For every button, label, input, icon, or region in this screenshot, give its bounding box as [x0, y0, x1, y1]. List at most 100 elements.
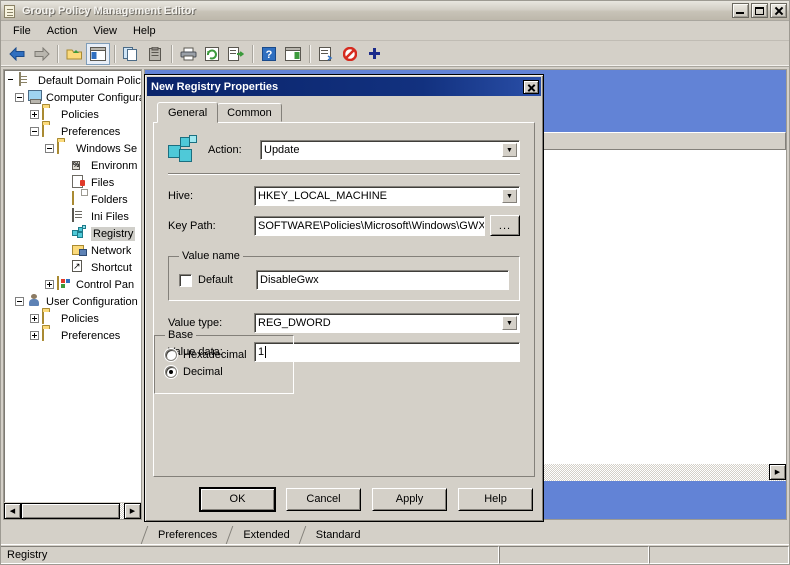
policy-document-icon	[19, 72, 35, 88]
properties-icon[interactable]	[314, 43, 338, 65]
action-combobox[interactable]: Update ▼	[260, 140, 520, 160]
folder-icon	[42, 310, 58, 326]
dialog-titlebar: New Registry Properties	[147, 77, 541, 96]
tree-node-user-configuration[interactable]: User Configuration	[4, 293, 141, 310]
tree-node-computer-configuration[interactable]: Computer Configura	[4, 89, 141, 106]
forward-icon[interactable]	[29, 43, 53, 65]
tab-extended[interactable]: Extended	[229, 526, 302, 544]
default-checkbox-label: Default	[198, 274, 233, 286]
tree-node-label: Folders	[91, 193, 128, 206]
minimize-button[interactable]	[732, 3, 749, 18]
cancel-button[interactable]: Cancel	[286, 487, 361, 511]
help-button[interactable]: Help	[458, 487, 533, 511]
hive-row: Hive: HKEY_LOCAL_MACHINE ▼	[168, 186, 520, 206]
apply-button[interactable]: Apply	[372, 487, 447, 511]
menu-help[interactable]: Help	[125, 23, 164, 39]
base-option-decimal[interactable]: Decimal	[165, 366, 283, 378]
tree-node-folders[interactable]: Folders	[4, 191, 141, 208]
disable-icon[interactable]	[338, 43, 362, 65]
expander-minus-icon[interactable]	[15, 297, 24, 306]
tree-node-label: Preferences	[61, 329, 121, 342]
tree-node-computer-policies[interactable]: Policies	[4, 106, 141, 123]
toolbar-separator	[252, 44, 253, 63]
window-title: Group Policy Management Editor	[22, 4, 196, 17]
expander-plus-icon[interactable]	[45, 280, 54, 289]
scrollbar-thumb[interactable]	[21, 503, 120, 519]
tab-label: Extended	[243, 529, 290, 541]
menu-view[interactable]: View	[85, 23, 125, 39]
expander-plus-icon[interactable]	[30, 110, 39, 119]
scroll-right-icon[interactable]: ▶	[124, 503, 141, 519]
dialog-tab-common[interactable]: Common	[217, 103, 282, 122]
decimal-radio[interactable]	[165, 366, 177, 378]
dialog-tab-general[interactable]: General	[157, 102, 219, 123]
tree-node-default-domain-policy[interactable]: Default Domain Policy [S	[4, 72, 141, 89]
help-icon[interactable]: ?	[257, 43, 281, 65]
user-icon	[27, 294, 43, 309]
status-text: Registry	[1, 545, 499, 564]
tree-node-label: Default Domain Policy [S	[38, 74, 141, 87]
close-button[interactable]	[770, 3, 787, 18]
value-name-input[interactable]: DisableGwx	[256, 270, 509, 290]
hive-value: HKEY_LOCAL_MACHINE	[258, 190, 387, 202]
menu-file[interactable]: File	[5, 23, 39, 39]
base-group-label: Base	[168, 329, 194, 341]
print-icon[interactable]	[176, 43, 200, 65]
paste-icon[interactable]	[143, 43, 167, 65]
tree-node-shortcuts[interactable]: ↗ Shortcut	[4, 259, 141, 276]
new-item-icon[interactable]	[362, 43, 386, 65]
chevron-down-icon[interactable]: ▼	[502, 143, 517, 157]
toolbar-separator	[309, 44, 310, 63]
expander-plus-icon[interactable]	[30, 314, 39, 323]
hexadecimal-radio[interactable]	[165, 349, 177, 361]
folders-icon	[72, 191, 88, 207]
keypath-input[interactable]: SOFTWARE\Policies\Microsoft\Windows\GWX	[254, 215, 485, 236]
maximize-button[interactable]	[751, 3, 768, 18]
value-name-row: Default DisableGwx	[179, 270, 509, 290]
new-registry-properties-dialog: New Registry Properties General Common A…	[144, 74, 544, 522]
tab-preferences[interactable]: Preferences	[144, 526, 230, 544]
default-checkbox[interactable]	[179, 273, 192, 287]
scroll-left-icon[interactable]: ◀	[4, 503, 21, 519]
tree-node-control-panel-settings[interactable]: Control Pan	[4, 276, 141, 293]
keypath-value: SOFTWARE\Policies\Microsoft\Windows\GWX	[258, 219, 485, 232]
tree-node-label: Shortcut	[91, 261, 132, 274]
up-one-level-icon[interactable]	[62, 43, 86, 65]
show-hide-console-tree-icon[interactable]	[86, 42, 110, 65]
tree-node-environment[interactable]: % Environm	[4, 157, 141, 174]
expander-minus-icon[interactable]	[45, 144, 54, 153]
tree-node-ini-files[interactable]: Ini Files	[4, 208, 141, 225]
expander-minus-icon[interactable]	[30, 127, 39, 136]
console-document-icon	[4, 4, 18, 18]
show-hide-action-pane-icon[interactable]	[281, 43, 305, 65]
console-tree[interactable]: Default Domain Policy [S Computer Config…	[4, 70, 141, 502]
refresh-icon[interactable]	[200, 43, 224, 65]
tree-node-user-policies[interactable]: Policies	[4, 310, 141, 327]
tree-node-label: Control Pan	[76, 278, 135, 291]
back-icon[interactable]	[5, 43, 29, 65]
action-row: Action: Update ▼	[168, 135, 520, 165]
window-titlebar: Group Policy Management Editor	[1, 1, 789, 21]
export-list-icon[interactable]	[224, 43, 248, 65]
dialog-close-button[interactable]	[523, 79, 539, 94]
tree-node-label: Computer Configura	[46, 91, 141, 104]
menu-action[interactable]: Action	[39, 23, 86, 39]
chevron-down-icon[interactable]: ▼	[502, 189, 517, 203]
keypath-browse-button[interactable]: ...	[490, 215, 520, 236]
expander-minus-icon[interactable]	[15, 93, 24, 102]
expander-plus-icon[interactable]	[30, 331, 39, 340]
tree-horizontal-scrollbar[interactable]: ◀ ▶	[4, 502, 141, 519]
ok-button[interactable]: OK	[200, 487, 275, 511]
tree-node-computer-preferences[interactable]: Preferences	[4, 123, 141, 140]
hive-combobox[interactable]: HKEY_LOCAL_MACHINE ▼	[254, 186, 520, 206]
copy-icon[interactable]	[119, 43, 143, 65]
base-option-hexadecimal[interactable]: Hexadecimal	[165, 349, 283, 361]
scroll-right-icon[interactable]: ▶	[769, 464, 786, 480]
tree-node-registry[interactable]: Registry	[4, 225, 141, 242]
tree-node-network-shares[interactable]: Network	[4, 242, 141, 259]
tree-node-files[interactable]: Files	[4, 174, 141, 191]
tree-node-user-preferences[interactable]: Preferences	[4, 327, 141, 344]
chevron-down-icon[interactable]: ▼	[502, 316, 517, 330]
tree-node-windows-settings[interactable]: Windows Se	[4, 140, 141, 157]
tab-standard[interactable]: Standard	[301, 526, 373, 544]
